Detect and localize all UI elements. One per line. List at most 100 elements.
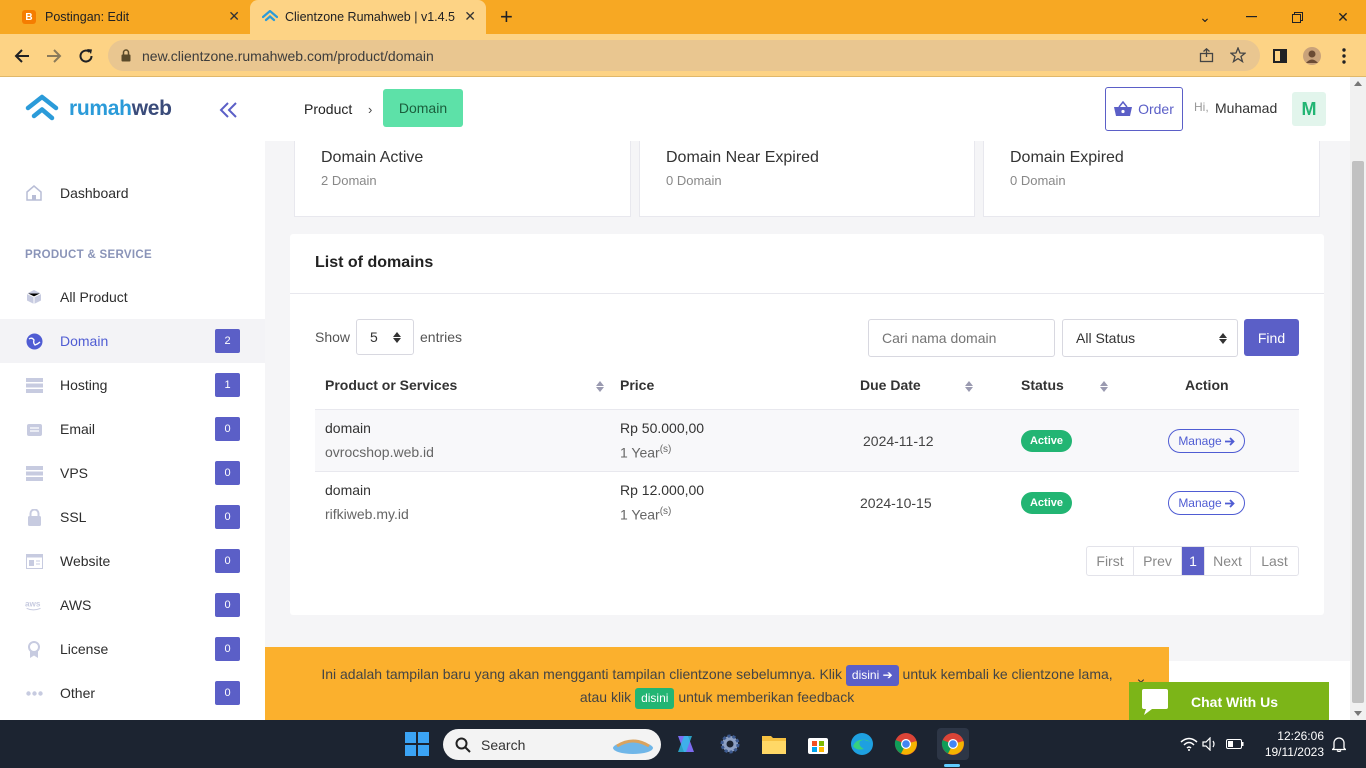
section-title: PRODUCT & SERVICE <box>25 249 152 261</box>
sidebar-item-dashboard[interactable]: Dashboard <box>0 171 265 215</box>
notification-bell-icon[interactable] <box>1326 731 1352 757</box>
sidebar-item-label: Website <box>60 553 111 569</box>
chrome-active-icon[interactable] <box>937 728 969 760</box>
forward-icon[interactable] <box>42 44 66 68</box>
manage-label: Manage <box>1178 496 1222 510</box>
sort-icon[interactable] <box>1100 381 1108 392</box>
manage-button[interactable]: Manage <box>1168 491 1245 515</box>
sidebar-item-website[interactable]: Website 0 <box>0 539 265 583</box>
stat-card-near-expired: Domain Near Expired 0 Domain <box>639 141 975 217</box>
notice-text: atau klik <box>579 688 632 705</box>
collapse-sidebar-icon[interactable] <box>219 101 239 119</box>
menu-kebab-icon[interactable] <box>1332 44 1356 68</box>
avatar[interactable]: M <box>1292 92 1326 126</box>
battery-icon[interactable] <box>1222 731 1248 757</box>
settings-gear-icon[interactable] <box>717 731 743 757</box>
breadcrumb-product[interactable]: Product <box>304 101 352 117</box>
profile-avatar-icon[interactable] <box>1300 44 1324 68</box>
column-header-product[interactable]: Product or Services <box>325 377 457 393</box>
page-current[interactable]: 1 <box>1181 547 1204 575</box>
globe-icon <box>25 332 43 350</box>
system-clock[interactable]: 12:26:06 19/11/2023 <box>1258 728 1324 760</box>
page-next[interactable]: Next <box>1204 547 1250 575</box>
chrome-icon[interactable] <box>893 731 919 757</box>
sidebar-item-all-product[interactable]: All Product <box>0 275 265 319</box>
bookmark-star-icon[interactable] <box>1230 47 1246 63</box>
side-panel-icon[interactable] <box>1268 44 1292 68</box>
browser-tab-postingan[interactable]: B Postingan: Edit ✕ <box>0 0 250 34</box>
sidebar-item-vps[interactable]: VPS 0 <box>0 451 265 495</box>
tab-close-icon[interactable]: ✕ <box>228 9 240 23</box>
rumahweb-favicon-icon <box>262 10 278 24</box>
copilot-icon[interactable] <box>673 731 699 757</box>
sidebar-item-label: AWS <box>60 597 92 613</box>
status-filter-select[interactable]: All Status <box>1062 319 1238 357</box>
entries-select[interactable]: 5 <box>356 319 414 355</box>
sidebar-item-license[interactable]: License 0 <box>0 627 265 671</box>
domain-search-input[interactable] <box>868 319 1055 357</box>
count-badge: 0 <box>215 637 240 661</box>
search-icon <box>455 737 471 753</box>
feedback-link[interactable]: disini <box>635 687 675 709</box>
breadcrumb-domain: Domain <box>383 89 463 127</box>
sidebar-item-label: Hosting <box>60 377 108 393</box>
edge-browser-icon[interactable] <box>849 731 875 757</box>
search-highlight-icon <box>613 739 653 754</box>
server-icon <box>25 376 43 394</box>
close-window-icon[interactable]: ✕ <box>1320 0 1366 34</box>
arrow-right-icon <box>1224 436 1235 446</box>
sidebar-item-hosting[interactable]: Hosting 1 <box>0 363 265 407</box>
restore-icon[interactable] <box>1274 0 1320 34</box>
browser-tab-clientzone[interactable]: Clientzone Rumahweb | v1.4.5 ✕ <box>250 0 486 34</box>
sidebar-item-other[interactable]: Other 0 <box>0 671 265 715</box>
column-header-status[interactable]: Status <box>1021 377 1064 393</box>
reload-icon[interactable] <box>74 44 98 68</box>
microsoft-store-icon[interactable] <box>805 731 831 757</box>
tab-search-chevron-icon[interactable]: ⌄ <box>1182 0 1228 34</box>
sidebar-item-ssl[interactable]: SSL 0 <box>0 495 265 539</box>
chat-with-us-button[interactable]: Chat With Us <box>1129 682 1329 720</box>
user-name[interactable]: Muhamad <box>1215 100 1277 116</box>
rumahweb-logo[interactable]: rumah web <box>25 94 172 124</box>
sidebar-item-label: Domain <box>60 333 109 349</box>
chat-label: Chat With Us <box>1191 694 1278 710</box>
page-last[interactable]: Last <box>1250 547 1298 575</box>
stat-title: Domain Active <box>321 149 424 166</box>
tab-close-icon[interactable]: ✕ <box>464 9 476 23</box>
find-button[interactable]: Find <box>1244 319 1299 356</box>
sidebar-item-email[interactable]: Email 0 <box>0 407 265 451</box>
domain-list-panel: List of domains Show 5 entries All Statu… <box>290 234 1324 615</box>
count-badge: 0 <box>215 505 240 529</box>
column-header-action: Action <box>1185 377 1229 393</box>
sidebar-item-aws[interactable]: aws AWS 0 <box>0 583 265 627</box>
back-icon[interactable] <box>10 44 34 68</box>
old-clientzone-link[interactable]: disini ➔ <box>845 664 899 686</box>
column-header-due-date[interactable]: Due Date <box>860 377 921 393</box>
chat-bubble-icon <box>1142 689 1168 715</box>
page-prev[interactable]: Prev <box>1133 547 1181 575</box>
table-row: domain ovrocshop.web.id Rp 50.000,00 1 Y… <box>315 409 1299 471</box>
active-app-indicator <box>944 764 960 767</box>
url-field[interactable]: new.clientzone.rumahweb.com/product/doma… <box>108 40 1260 71</box>
windows-start-icon[interactable] <box>404 731 430 757</box>
scroll-down-icon[interactable] <box>1354 711 1362 716</box>
scroll-up-icon[interactable] <box>1354 81 1362 86</box>
address-bar-row: new.clientzone.rumahweb.com/product/doma… <box>0 34 1366 77</box>
volume-icon[interactable] <box>1197 731 1223 757</box>
sidebar-item-domain[interactable]: Domain 2 <box>0 319 265 363</box>
taskbar-search-box[interactable]: Search <box>443 729 661 760</box>
sort-icon[interactable] <box>596 381 604 392</box>
home-icon <box>25 184 43 202</box>
new-tab-icon[interactable]: + <box>500 6 513 28</box>
notice-text: untuk kembali ke clientzone lama, <box>902 666 1113 682</box>
order-button[interactable]: Order <box>1105 87 1183 131</box>
manage-label: Manage <box>1178 434 1222 448</box>
page-scrollbar[interactable] <box>1350 77 1366 720</box>
scrollbar-thumb[interactable] <box>1352 161 1364 703</box>
file-explorer-icon[interactable] <box>761 731 787 757</box>
sort-icon[interactable] <box>965 381 973 392</box>
share-icon[interactable] <box>1199 48 1214 63</box>
manage-button[interactable]: Manage <box>1168 429 1245 453</box>
page-first[interactable]: First <box>1087 547 1133 575</box>
minimize-icon[interactable] <box>1228 0 1274 34</box>
